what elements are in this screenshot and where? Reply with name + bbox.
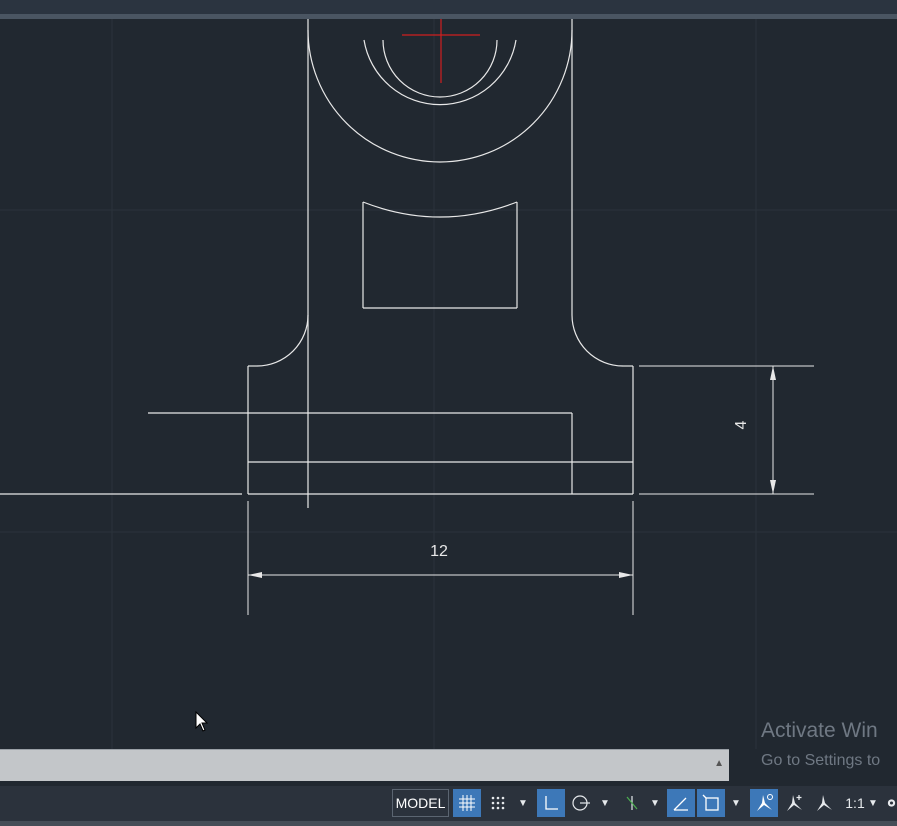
isodraft-icon[interactable] xyxy=(667,789,695,817)
model-space-button[interactable]: MODEL xyxy=(392,789,449,817)
polar-dropdown-chevron-down-icon[interactable]: ▼ xyxy=(598,789,612,817)
mouse-cursor-icon xyxy=(195,710,209,738)
annotation-scale-value[interactable]: 1:1 xyxy=(842,789,868,817)
polar-icon[interactable] xyxy=(567,789,595,817)
activation-watermark-subtitle: Go to Settings to xyxy=(761,752,881,769)
activation-watermark-title: Activate Win xyxy=(761,719,878,742)
dimension-horizontal-text: 12 xyxy=(430,543,448,560)
ucs-dropdown-chevron-down-icon[interactable]: ▼ xyxy=(729,789,743,817)
osnap-tracking-icon[interactable] xyxy=(618,789,646,817)
center-mark xyxy=(402,19,480,83)
annotation-visibility-icon[interactable] xyxy=(750,789,778,817)
ucs-icon[interactable] xyxy=(697,789,725,817)
grid-lines xyxy=(0,19,897,749)
dimension-vertical[interactable] xyxy=(639,365,814,495)
status-bar-bottom-edge xyxy=(0,821,897,826)
dimension-vertical-text: 4 xyxy=(733,420,750,429)
part-geometry[interactable] xyxy=(0,19,634,508)
ortho-icon[interactable] xyxy=(537,789,565,817)
command-input[interactable] xyxy=(6,756,700,776)
annotation-scale-icon[interactable] xyxy=(810,789,838,817)
command-history-arrow-icon[interactable]: ▲ xyxy=(714,758,724,769)
drawing-canvas[interactable]: 12 4 xyxy=(0,19,897,749)
gear-icon[interactable] xyxy=(886,789,897,817)
command-line[interactable]: ▲ xyxy=(0,749,729,781)
drawing-tab-bar xyxy=(0,0,897,14)
scale-dropdown-chevron-down-icon[interactable]: ▼ xyxy=(866,789,880,817)
auto-scale-icon[interactable] xyxy=(780,789,808,817)
snap-dropdown-chevron-down-icon[interactable]: ▼ xyxy=(516,789,530,817)
snap-icon[interactable] xyxy=(484,789,512,817)
osnap-dropdown-chevron-down-icon[interactable]: ▼ xyxy=(648,789,662,817)
grid-icon[interactable] xyxy=(453,789,481,817)
